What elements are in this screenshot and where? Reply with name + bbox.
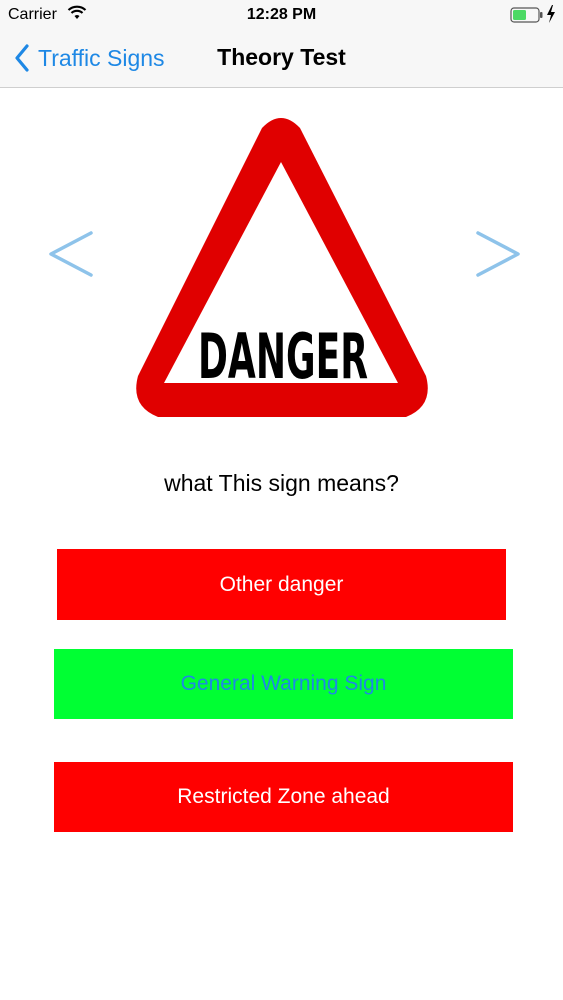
question-text: what This sign means? — [164, 470, 399, 496]
next-sign-button[interactable] — [474, 230, 522, 283]
answer-label: General Warning Sign — [180, 672, 387, 695]
answer-button-restricted-zone-ahead[interactable]: Restricted Zone ahead — [54, 762, 513, 832]
battery-icon — [510, 7, 544, 28]
page-title: Theory Test — [0, 44, 563, 71]
page-title-text: Theory Test — [217, 44, 346, 70]
status-time: 12:28 PM — [246, 6, 317, 23]
danger-sign-image: DANGER — [130, 116, 434, 425]
answer-label: Restricted Zone ahead — [177, 785, 390, 808]
chevron-left-icon — [49, 231, 93, 277]
answer-button-other-danger[interactable]: Other danger — [57, 549, 506, 620]
chevron-right-icon — [476, 231, 520, 277]
sign-text: DANGER — [198, 320, 368, 393]
previous-sign-button[interactable] — [47, 230, 95, 283]
status-bar: Carrier 12:28 PM — [0, 0, 563, 30]
answer-label: Other danger — [219, 572, 344, 596]
charging-bolt-icon — [546, 5, 556, 28]
answer-button-general-warning-sign[interactable]: General Warning Sign — [54, 649, 513, 719]
navigation-bar: Traffic Signs Theory Test — [0, 30, 563, 88]
